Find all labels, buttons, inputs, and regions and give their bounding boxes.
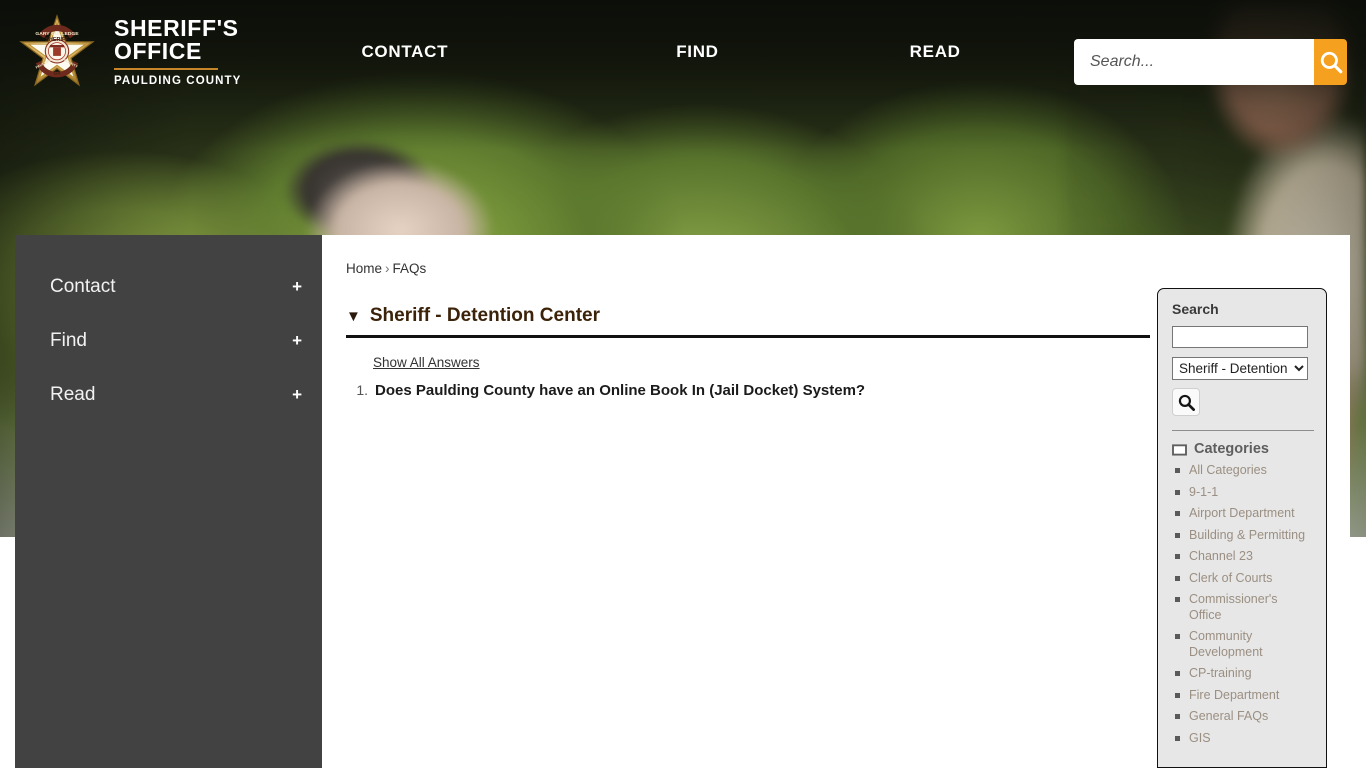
categories-list: All Categories 9-1-1 Airport Department … (1172, 463, 1312, 746)
breadcrumb-separator: › (385, 261, 390, 276)
brand-text: SHERIFF'S OFFICE PAULDING COUNTY (114, 17, 241, 87)
sidebar-item-label: Contact (50, 276, 116, 297)
list-item[interactable]: General FAQs (1172, 709, 1312, 725)
sidebar-item-contact[interactable]: Contact + (15, 260, 322, 314)
nav-item-read[interactable]: READ (910, 42, 961, 62)
list-item[interactable]: All Categories (1172, 463, 1312, 479)
list-item[interactable]: Commissioner's Office (1172, 592, 1312, 623)
widget-search-input[interactable] (1172, 326, 1308, 348)
sidebar-item-label: Read (50, 384, 96, 405)
list-item[interactable]: Airport Department (1172, 506, 1312, 522)
expand-plus-icon[interactable]: + (292, 331, 302, 351)
list-item[interactable]: Channel 23 (1172, 549, 1312, 565)
expand-plus-icon[interactable]: + (292, 385, 302, 405)
brand-logo[interactable]: GARY GULLEDGE SHERIFF PAULDING COUNTY GA… (18, 13, 241, 91)
sheriff-badge-icon: GARY GULLEDGE SHERIFF PAULDING COUNTY GA (18, 13, 96, 91)
brand-line-2: OFFICE (114, 38, 202, 64)
site-header: GARY GULLEDGE SHERIFF PAULDING COUNTY GA… (0, 0, 1366, 104)
widget-title: Search (1172, 301, 1219, 317)
svg-text:SHERIFF: SHERIFF (45, 37, 69, 43)
search-button[interactable] (1314, 39, 1347, 85)
widget-category-select[interactable]: Sheriff - Detention Center (1172, 357, 1308, 380)
list-item[interactable]: 9-1-1 (1172, 485, 1312, 501)
breadcrumb-home[interactable]: Home (346, 261, 382, 276)
categories-header: Categories (1172, 441, 1312, 457)
brand-line-3: PAULDING COUNTY (114, 75, 242, 87)
question-number: 1. (356, 382, 368, 398)
expand-plus-icon[interactable]: + (292, 277, 302, 297)
nav-item-contact[interactable]: CONTACT (361, 42, 448, 62)
list-item[interactable]: Building & Permitting (1172, 528, 1312, 544)
widget-search-button[interactable] (1172, 388, 1200, 416)
list-item[interactable]: CP-training (1172, 666, 1312, 682)
sidebar-item-find[interactable]: Find + (15, 314, 322, 368)
main-navigation: CONTACT FIND READ (361, 42, 960, 62)
faq-category-header[interactable]: ▼ Sheriff - Detention Center (346, 305, 1150, 338)
breadcrumb-faqs[interactable]: FAQs (393, 261, 427, 276)
widget-divider (1172, 430, 1314, 431)
sidebar-item-read[interactable]: Read + (15, 368, 322, 422)
page-root: GARY GULLEDGE SHERIFF PAULDING COUNTY GA… (0, 0, 1366, 768)
faq-search-widget: Search Sheriff - Detention Center Catego… (1157, 288, 1327, 768)
categories-icon (1172, 443, 1187, 456)
svg-text:GA: GA (54, 71, 62, 76)
list-item[interactable]: Community Development (1172, 629, 1312, 660)
header-search (1074, 39, 1347, 85)
brand-line-1: SHERIFF'S (114, 15, 239, 41)
categories-title: Categories (1194, 441, 1269, 457)
list-item[interactable]: GIS (1172, 731, 1312, 747)
svg-text:GARY GULLEDGE: GARY GULLEDGE (35, 31, 79, 37)
nav-item-find[interactable]: FIND (676, 42, 718, 62)
list-item[interactable]: Clerk of Courts (1172, 571, 1312, 587)
faq-category-title: Sheriff - Detention Center (369, 305, 600, 326)
question-link[interactable]: Does Paulding County have an Online Book… (375, 382, 865, 399)
search-icon (1320, 51, 1342, 74)
list-item[interactable]: Fire Department (1172, 688, 1312, 704)
chevron-down-icon[interactable]: ▼ (346, 308, 361, 325)
search-input[interactable] (1074, 39, 1314, 85)
brand-divider (114, 68, 218, 70)
breadcrumb: Home › FAQs (322, 235, 1350, 276)
left-sidebar: Contact + Find + Read + (15, 235, 322, 768)
show-all-answers-link[interactable]: Show All Answers (373, 355, 480, 370)
search-icon (1178, 394, 1195, 411)
sidebar-item-label: Find (50, 330, 87, 351)
